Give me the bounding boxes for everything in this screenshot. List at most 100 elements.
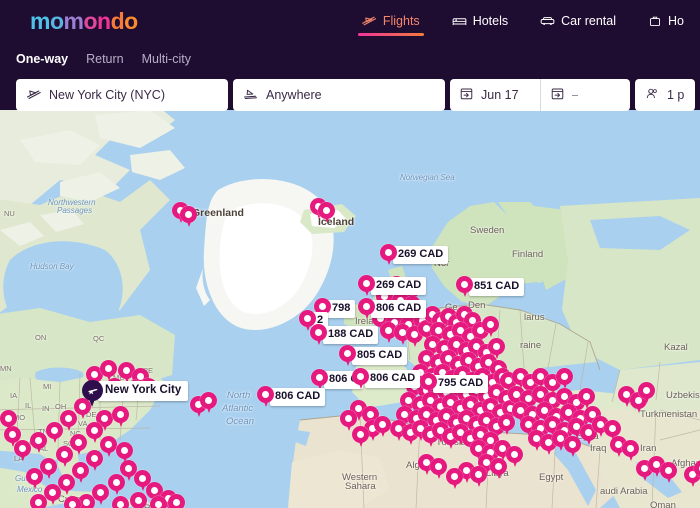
top-bar: momondo Flights Hotels Car rental Ho (0, 0, 700, 42)
map-pin[interactable] (130, 492, 147, 508)
price-marker[interactable]: 851 CAD (456, 276, 525, 298)
map-pin[interactable] (64, 496, 81, 508)
map-pin[interactable] (470, 466, 487, 488)
map-pin[interactable] (482, 316, 499, 338)
logo-letter: n (97, 7, 111, 34)
destination-input[interactable]: Anywhere (233, 79, 445, 111)
map-pin (257, 386, 274, 408)
price-marker-label: 188 CAD (323, 326, 379, 344)
nav-item-hotels[interactable]: Hotels (436, 0, 524, 42)
results-map[interactable]: Norwegian Sea Hudson Bay Northwestern Pa… (0, 110, 700, 508)
price-marker[interactable]: 795 CAD (420, 373, 489, 395)
map-pin[interactable] (430, 458, 447, 480)
map-pin[interactable] (374, 416, 391, 438)
nav-label: Ho (668, 14, 684, 28)
site-header: momondo Flights Hotels Car rental Ho One… (0, 0, 700, 112)
map-pin[interactable] (200, 392, 217, 414)
nav-label: Car rental (561, 14, 617, 28)
map-pin (456, 276, 473, 298)
map-pin (310, 324, 327, 346)
map-pin[interactable] (30, 494, 47, 508)
map-pin[interactable] (46, 422, 63, 444)
map-pin[interactable] (30, 432, 47, 454)
map-pin (358, 298, 375, 320)
logo-letter: m (30, 7, 50, 34)
passengers-field[interactable]: 1 p (635, 79, 695, 111)
map-pin[interactable] (0, 410, 17, 432)
map-pin[interactable] (112, 406, 129, 428)
nav-item-car-rental[interactable]: Car rental (524, 0, 632, 42)
price-marker-label: 806 CAD (371, 300, 427, 318)
map-pin[interactable] (622, 440, 639, 462)
price-marker-label: 269 CAD (371, 277, 427, 295)
trip-type-return[interactable]: Return (86, 52, 124, 66)
trip-type-one-way[interactable]: One-way (16, 52, 68, 66)
origin-input[interactable]: New York City (NYC) (16, 79, 228, 111)
airplane-icon (362, 15, 377, 27)
bed-icon (452, 15, 467, 27)
map-pin[interactable] (660, 462, 677, 484)
trip-type-multi-city[interactable]: Multi-city (142, 52, 191, 66)
price-marker[interactable]: 806 CAD (257, 386, 326, 408)
nav-item-holiday-packages[interactable]: Ho (632, 0, 700, 42)
map-pin[interactable] (168, 494, 185, 508)
return-date-field[interactable]: – (539, 79, 631, 111)
logo-letter: m (63, 7, 84, 34)
momondo-logo[interactable]: momondo (30, 7, 138, 34)
map-pin[interactable] (446, 468, 463, 490)
car-icon (540, 15, 555, 27)
price-marker[interactable]: 269 CAD (380, 244, 449, 266)
price-marker[interactable]: 805 CAD (339, 345, 408, 367)
price-marker-label: 795 CAD (433, 375, 489, 393)
logo-letter: o (49, 7, 64, 34)
map-pin (380, 244, 397, 266)
logo-letter: o (124, 7, 138, 34)
map-pin[interactable] (318, 202, 335, 224)
map-pin[interactable] (694, 460, 700, 482)
map-pin[interactable] (506, 446, 523, 468)
price-marker[interactable]: 806 CAD (358, 298, 427, 320)
map-pin (339, 345, 356, 367)
map-pin[interactable] (490, 458, 507, 480)
search-form: New York City (NYC) Anywhere Jun 17 – 1 … (16, 78, 700, 112)
map-pin[interactable] (112, 496, 129, 508)
price-marker-label: 806 CAD (270, 388, 326, 406)
map-pin[interactable] (150, 496, 167, 508)
passengers-value: 1 p (667, 88, 685, 102)
origin-map-marker[interactable]: New York City (82, 380, 189, 407)
map-pin (358, 275, 375, 297)
map-pin[interactable] (108, 474, 125, 496)
plane-depart-icon (26, 88, 41, 103)
price-marker-label: 269 CAD (393, 246, 449, 264)
map-pin[interactable] (352, 426, 369, 448)
calendar-depart-icon (460, 87, 473, 103)
nav-label: Flights (382, 14, 420, 28)
main-navigation: Flights Hotels Car rental Ho (346, 0, 700, 42)
map-pin[interactable] (556, 368, 573, 390)
trip-type-tabs: One-way Return Multi-city (16, 48, 700, 70)
map-pin[interactable] (180, 206, 197, 228)
price-marker[interactable]: 806 CAD (352, 368, 421, 390)
map-pin[interactable] (56, 446, 73, 468)
destination-value: Anywhere (266, 88, 322, 102)
map-pin[interactable] (638, 382, 655, 404)
map-pin (420, 373, 437, 395)
depart-date-field[interactable]: Jun 17 (450, 79, 540, 111)
active-tab-underline (357, 33, 424, 36)
plane-arrive-icon (243, 88, 258, 103)
nav-item-flights[interactable]: Flights (346, 0, 436, 42)
map-pin[interactable] (564, 436, 581, 458)
price-marker[interactable]: 269 CAD (358, 275, 427, 297)
suitcase-icon (648, 15, 662, 27)
momondo-flight-search-page: momondo Flights Hotels Car rental Ho One… (0, 0, 700, 508)
origin-marker-tail (89, 399, 95, 407)
origin-marker-label: New York City (98, 380, 189, 401)
date-range-picker: Jun 17 – (450, 79, 630, 111)
price-marker-label: 851 CAD (469, 278, 525, 296)
airplane-icon (87, 388, 98, 395)
map-pin[interactable] (26, 468, 43, 490)
logo-letter: d (110, 7, 125, 34)
price-marker[interactable]: 188 CAD (310, 324, 379, 346)
price-marker-label: 798 (327, 300, 356, 318)
price-marker-label: 805 CAD (352, 347, 408, 365)
